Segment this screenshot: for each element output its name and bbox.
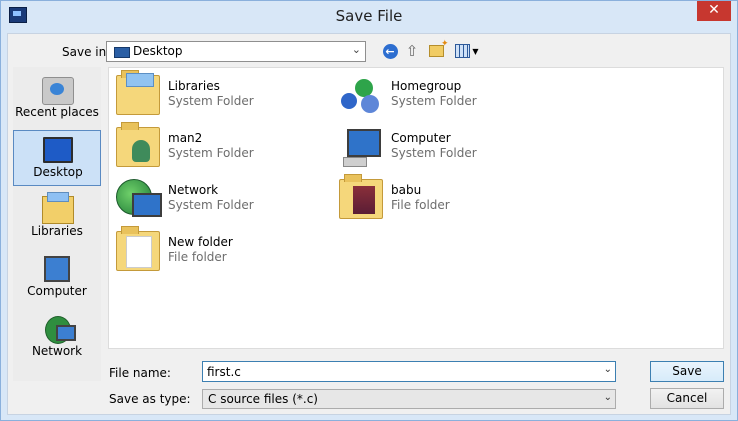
chevron-down-icon[interactable]: ⌄ [604, 392, 612, 403]
file-name: babu [391, 183, 422, 197]
computer-icon [44, 256, 70, 282]
list-item[interactable]: Network System Folder [116, 177, 326, 225]
title-bar[interactable]: Save File ✕ [1, 1, 737, 33]
file-name: Homegroup [391, 79, 462, 93]
close-button[interactable]: ✕ [697, 1, 731, 21]
file-list[interactable]: Libraries System Folder Homegroup System… [108, 67, 724, 349]
save-as-type-value: C source files (*.c) [208, 392, 318, 406]
file-name-combo[interactable]: ⌄ [202, 361, 616, 382]
cancel-button[interactable]: Cancel [650, 388, 724, 409]
place-libraries[interactable]: Libraries [13, 190, 101, 246]
file-type: System Folder [168, 94, 254, 108]
homegroup-icon [339, 75, 383, 115]
list-item[interactable]: Libraries System Folder [116, 70, 326, 121]
computer-icon [339, 127, 383, 167]
desktop-small-icon [114, 47, 130, 58]
file-type: System Folder [168, 198, 254, 212]
places-bar: Recent places Desktop Libraries Computer… [13, 67, 101, 381]
file-name: Network [168, 183, 219, 197]
up-one-level-button[interactable]: ⇧ [402, 41, 422, 61]
file-name: New folder [168, 235, 233, 249]
place-label: Libraries [31, 224, 83, 238]
chevron-down-icon[interactable]: ⌄ [352, 43, 361, 56]
place-label: Desktop [33, 165, 83, 179]
file-type: System Folder [391, 146, 477, 160]
desktop-icon [43, 137, 73, 163]
save-in-value: Desktop [133, 44, 183, 58]
list-item[interactable]: man2 System Folder [116, 122, 326, 173]
list-item[interactable]: Homegroup System Folder [339, 73, 549, 121]
save-button[interactable]: Save [650, 361, 724, 382]
network-icon [116, 179, 162, 219]
back-button[interactable]: ← [380, 41, 400, 61]
list-item[interactable]: Computer System Folder [339, 125, 549, 173]
file-type: System Folder [168, 146, 254, 160]
file-name: Libraries [168, 79, 220, 93]
file-name: Computer [391, 131, 451, 145]
libraries-folder-icon [116, 70, 160, 115]
file-type: File folder [391, 198, 450, 212]
place-desktop[interactable]: Desktop [13, 130, 101, 186]
place-network[interactable]: Network [13, 310, 101, 366]
network-icon [45, 316, 76, 344]
new-folder-button[interactable] [426, 39, 448, 61]
save-in-dropdown[interactable]: Desktop ⌄ [106, 41, 366, 62]
view-menu-button[interactable]: ▼ [452, 41, 482, 61]
save-as-type-dropdown[interactable]: C source files (*.c) ⌄ [202, 389, 616, 409]
place-recent-places[interactable]: Recent places [13, 71, 101, 127]
file-name-label: File name: [109, 366, 171, 380]
user-folder-icon [116, 122, 160, 167]
place-computer[interactable]: Computer [13, 250, 101, 306]
caret-down-icon: ▼ [472, 46, 479, 56]
window-title: Save File [335, 7, 403, 25]
save-file-dialog: Save File ✕ Save in: Desktop ⌄ ← ⇧ ▼ Rec… [0, 0, 738, 421]
save-as-type-label: Save as type: [109, 392, 191, 406]
file-name: man2 [168, 131, 203, 145]
file-name-input[interactable] [203, 362, 597, 381]
list-item[interactable]: New folder File folder [116, 226, 326, 277]
back-arrow-icon: ← [382, 43, 398, 59]
folder-icon [339, 174, 383, 219]
file-type: File folder [168, 250, 227, 264]
folder-icon [116, 226, 160, 271]
list-item[interactable]: babu File folder [339, 174, 549, 225]
save-in-label: Save in: [62, 45, 111, 59]
libraries-icon [42, 192, 74, 224]
place-label: Recent places [15, 105, 99, 119]
file-type: System Folder [391, 94, 477, 108]
new-folder-icon [428, 39, 448, 57]
dialog-body: Save in: Desktop ⌄ ← ⇧ ▼ Recent places D… [7, 33, 731, 415]
view-menu-icon [455, 44, 471, 58]
place-label: Computer [27, 284, 87, 298]
recent-places-icon [42, 77, 74, 105]
place-label: Network [31, 344, 83, 358]
chevron-down-icon[interactable]: ⌄ [604, 364, 612, 375]
